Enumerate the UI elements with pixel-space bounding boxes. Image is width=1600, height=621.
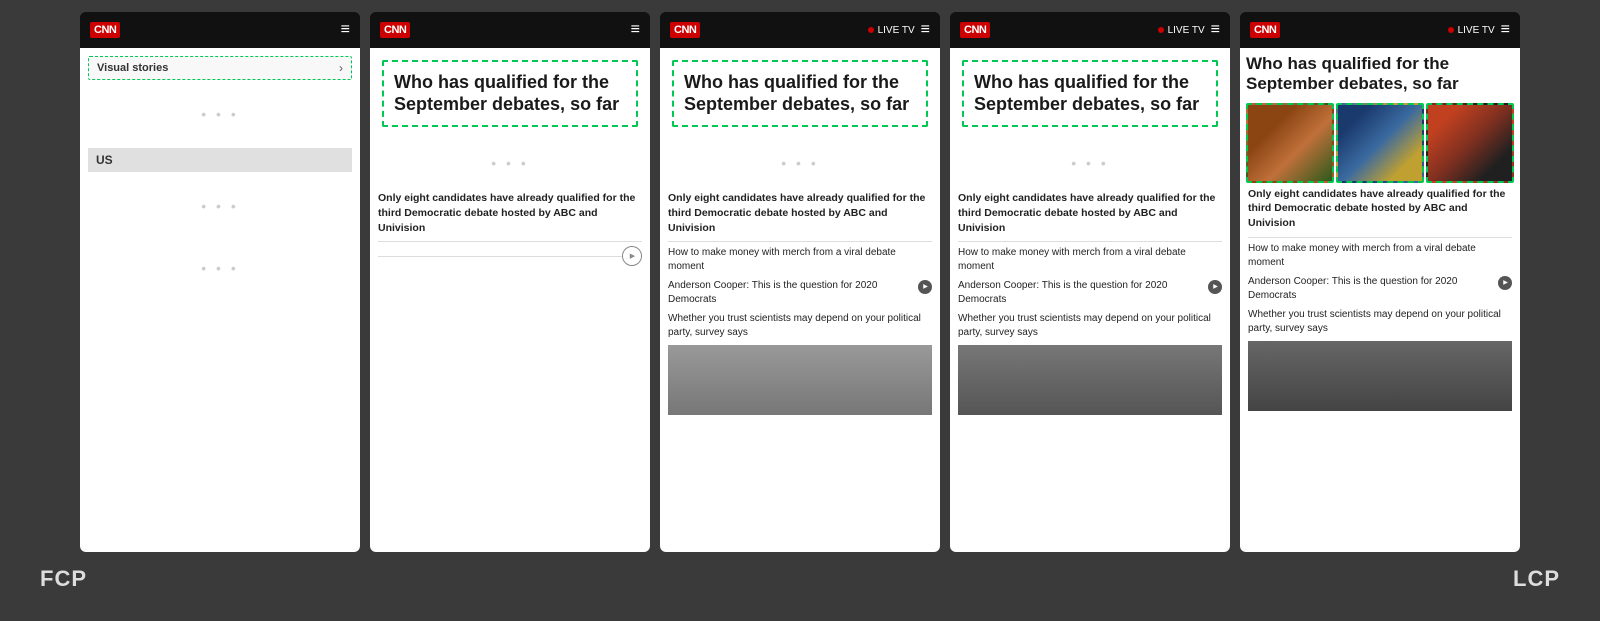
related-link-5-3[interactable]: Whether you trust scientists may depend … [1248,308,1512,336]
menu-icon-1[interactable]: ≡ [341,21,350,39]
play-icon-4 [1208,280,1222,294]
cnn-header-3: CNN LIVE TV ≡ [660,12,940,48]
live-dot-5 [1448,27,1454,33]
related-link-5-1[interactable]: How to make money with merch from a vira… [1248,242,1512,270]
loading-dots-4: • • • [378,135,642,191]
article-area-3: • • • Only eight candidates have already… [660,127,940,552]
article-blurb-5: Only eight candidates have already quali… [1248,187,1512,231]
menu-icon-5[interactable]: ≡ [1501,21,1510,39]
cnn-logo-4: CNN [960,22,990,38]
cnn-logo-3: CNN [670,22,700,38]
headline-text-2: Who has qualified for the September deba… [394,72,626,115]
frame4-content: Who has qualified for the September deba… [950,48,1230,552]
menu-icon-3[interactable]: ≡ [921,21,930,39]
phone-frame-4: CNN LIVE TV ≡ Who has qualified for the … [950,12,1230,552]
header-right-5: LIVE TV ≡ [1448,21,1510,39]
chevron-right-icon: › [339,61,343,75]
headline-box-4: Who has qualified for the September deba… [962,60,1218,127]
article-blurb-4: Only eight candidates have already quali… [958,191,1222,235]
image-kamala [1246,103,1334,183]
related-link-4-3[interactable]: Whether you trust scientists may depend … [958,312,1222,340]
cnn-logo-2: CNN [380,22,410,38]
live-tv-label-3: LIVE TV [868,25,915,36]
related-link-3-3[interactable]: Whether you trust scientists may depend … [668,312,932,340]
article-area-2: • • • Only eight candidates have already… [370,127,650,552]
related-link-4-2[interactable]: Anderson Cooper: This is the question fo… [958,279,1222,307]
frame5-content: Who has qualified for the September deba… [1240,48,1520,552]
headline-box-2: Who has qualified for the September deba… [382,60,638,127]
phone-frame-3: CNN LIVE TV ≡ Who has qualified for the … [660,12,940,552]
menu-icon-4[interactable]: ≡ [1211,21,1220,39]
loading-dots-1: • • • [88,86,352,142]
bottom-image-4 [958,345,1222,415]
cnn-logo-5: CNN [1250,22,1280,38]
labels-row: FCP LCP [20,560,1580,592]
us-label: US [88,148,352,172]
headline-text-4: Who has qualified for the September deba… [974,72,1206,115]
article-area-4: • • • Only eight candidates have already… [950,127,1230,552]
bottom-image-5 [1248,341,1512,411]
loading-dots-2: • • • [88,178,352,234]
phone-frame-2: CNN ≡ Who has qualified for the Septembe… [370,12,650,552]
fcp-label: FCP [40,566,87,592]
related-link-3-1[interactable]: How to make money with merch from a vira… [668,246,932,274]
menu-icon-2[interactable]: ≡ [631,21,640,39]
live-dot-3 [868,27,874,33]
cnn-header-4: CNN LIVE TV ≡ [950,12,1230,48]
loading-dots-6: • • • [958,135,1222,191]
play-icon-3 [918,280,932,294]
headline-text-3: Who has qualified for the September deba… [684,72,916,115]
frame3-content: Who has qualified for the September deba… [660,48,940,552]
headline-text-5: Who has qualified for the September deba… [1246,54,1514,99]
live-dot-4 [1158,27,1164,33]
loading-dots-5: • • • [668,135,932,191]
frame1-content: Visual stories › • • • US • • • • • • [80,48,360,552]
live-tv-label-4: LIVE TV [1158,25,1205,36]
cnn-logo-1: CNN [90,22,120,38]
header-right-4: LIVE TV ≡ [1158,21,1220,39]
related-link-5-2[interactable]: Anderson Cooper: This is the question fo… [1248,275,1512,303]
phone-frame-5: CNN LIVE TV ≡ Who has qualified for the … [1240,12,1520,552]
related-link-3-2[interactable]: Anderson Cooper: This is the question fo… [668,279,932,307]
lcp-label: LCP [1513,566,1560,592]
phone-frame-1: CNN ≡ Visual stories › • • • US • • • • … [80,12,360,552]
video-placeholder-2 [378,241,642,270]
cnn-header-5: CNN LIVE TV ≡ [1240,12,1520,48]
headline-box-3: Who has qualified for the September deba… [672,60,928,127]
visual-stories-bar[interactable]: Visual stories › [88,56,352,80]
frame2-content: Who has qualified for the September deba… [370,48,650,552]
article-blurb-2: Only eight candidates have already quali… [378,191,642,235]
loading-dots-3: • • • [88,240,352,296]
cnn-header-1: CNN ≡ [80,12,360,48]
play-icon-5 [1498,276,1512,290]
header-right-3: LIVE TV ≡ [868,21,930,39]
visual-stories-label: Visual stories [97,62,168,74]
image-cory [1426,103,1514,183]
screenshots-row: CNN ≡ Visual stories › • • • US • • • • … [20,12,1580,552]
live-tv-label-5: LIVE TV [1448,25,1495,36]
video-play-btn-2[interactable] [622,246,642,266]
article-blurb-3: Only eight candidates have already quali… [668,191,932,235]
bottom-image-3 [668,345,932,415]
header-image-strip [1246,103,1514,183]
cnn-header-2: CNN ≡ [370,12,650,48]
image-biden [1336,103,1424,183]
related-link-4-1[interactable]: How to make money with merch from a vira… [958,246,1222,274]
article-area-5: Only eight candidates have already quali… [1240,187,1520,552]
headline-wrapper-5: Who has qualified for the September deba… [1240,48,1520,99]
